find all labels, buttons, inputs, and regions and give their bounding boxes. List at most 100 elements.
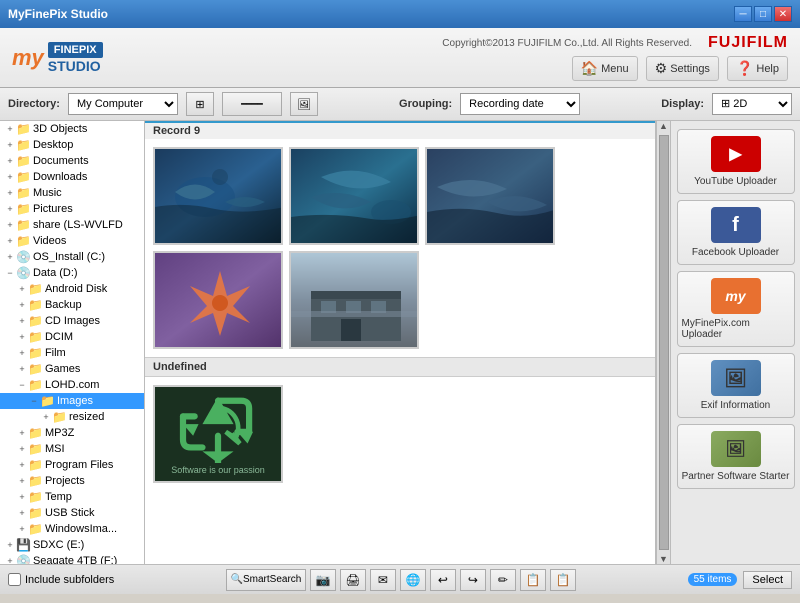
grouping-label: Grouping: bbox=[399, 98, 452, 110]
tree-item-android[interactable]: +📁Android Disk bbox=[0, 281, 144, 297]
exif-info-button[interactable]: 🖼 Exif Information bbox=[677, 353, 795, 418]
settings-label: Settings bbox=[670, 63, 710, 75]
tree-item-downloads[interactable]: +📁Downloads bbox=[0, 169, 144, 185]
include-subfolders-label[interactable]: Include subfolders bbox=[8, 573, 114, 586]
thumb-aquarium3[interactable] bbox=[425, 147, 555, 245]
tree-item-cd-images[interactable]: +📁CD Images bbox=[0, 313, 144, 329]
tree-item-images[interactable]: −📁Images bbox=[0, 393, 144, 409]
redo-tool-button[interactable]: ↪ bbox=[460, 569, 486, 591]
main-content: +📁3D Objects +📁Desktop +📁Documents +📁Dow… bbox=[0, 121, 800, 564]
thumb-starfish[interactable] bbox=[153, 251, 283, 349]
view-btn-2[interactable]: ━━━━ bbox=[222, 92, 282, 116]
tree-item-resized[interactable]: +📁resized bbox=[0, 409, 144, 425]
tree-item-os-install[interactable]: +💿OS_Install (C:) bbox=[0, 249, 144, 265]
menu-button[interactable]: 🏠 Menu bbox=[572, 56, 638, 81]
mail-tool-button[interactable]: ✉ bbox=[370, 569, 396, 591]
fujifilm-logo: FUJIFILM bbox=[708, 34, 788, 52]
item-count-badge: 55 items bbox=[688, 573, 738, 586]
facebook-uploader-button[interactable]: f Facebook Uploader bbox=[677, 200, 795, 265]
tree-item-share[interactable]: +📁share (LS-WVLFD bbox=[0, 217, 144, 233]
tree-item-projects[interactable]: +📁Projects bbox=[0, 473, 144, 489]
gear-icon: ⚙ bbox=[655, 60, 668, 77]
logo-my: my bbox=[12, 45, 44, 71]
app-header: my FINEPIX STUDIO Copyright©2013 FUJIFIL… bbox=[0, 28, 800, 88]
copy-tool-button[interactable]: 📋 bbox=[520, 569, 546, 591]
tree-item-film[interactable]: +📁Film bbox=[0, 345, 144, 361]
tree-item-mp3z[interactable]: +📁MP3Z bbox=[0, 425, 144, 441]
help-button[interactable]: ❓ Help bbox=[727, 56, 788, 81]
tree-item-sdxc-e[interactable]: +💾SDXC (E:) bbox=[0, 537, 144, 553]
partner-label: Partner Software Starter bbox=[682, 471, 790, 482]
edit-tool-button[interactable]: ✏ bbox=[490, 569, 516, 591]
exif-label: Exif Information bbox=[701, 400, 770, 411]
header-nav: 🏠 Menu ⚙ Settings ❓ Help bbox=[572, 56, 788, 81]
tree-item-data-d[interactable]: −💿Data (D:) bbox=[0, 265, 144, 281]
minimize-button[interactable]: ─ bbox=[734, 6, 752, 22]
tree-item-documents[interactable]: +📁Documents bbox=[0, 153, 144, 169]
maximize-button[interactable]: □ bbox=[754, 6, 772, 22]
display-select[interactable]: ⊞ 2D bbox=[712, 93, 792, 115]
facebook-icon: f bbox=[711, 207, 761, 243]
scroll-thumb[interactable] bbox=[659, 135, 669, 550]
undo-tool-button[interactable]: ↩ bbox=[430, 569, 456, 591]
scroll-down-icon[interactable]: ▼ bbox=[659, 554, 668, 564]
partner-icon: 🖼 bbox=[711, 431, 761, 467]
myfinepix-icon: my bbox=[711, 278, 761, 314]
partner-software-button[interactable]: 🖼 Partner Software Starter bbox=[677, 424, 795, 489]
tree-item-windowsima[interactable]: +📁WindowsIma... bbox=[0, 521, 144, 537]
paste-tool-button[interactable]: 📋 bbox=[550, 569, 576, 591]
tree-item-program-files[interactable]: +📁Program Files bbox=[0, 457, 144, 473]
directory-select[interactable]: My Computer bbox=[68, 93, 178, 115]
youtube-label: YouTube Uploader bbox=[694, 176, 777, 187]
tree-item-desktop[interactable]: +📁Desktop bbox=[0, 137, 144, 153]
view-btn-1[interactable]: ⊞ bbox=[186, 92, 214, 116]
gallery-grid-undefined: Software is our passion bbox=[145, 377, 655, 491]
menu-label: Menu bbox=[601, 63, 629, 75]
app-title: MyFinePix Studio bbox=[8, 7, 108, 21]
gallery-grid-record9 bbox=[145, 139, 655, 357]
thumb-aquarium2[interactable] bbox=[289, 147, 419, 245]
include-subfolders-text: Include subfolders bbox=[25, 574, 114, 586]
gallery-scrollbar[interactable]: ▲ ▼ bbox=[656, 121, 670, 564]
web-tool-button[interactable]: 🌐 bbox=[400, 569, 426, 591]
file-tree: +📁3D Objects +📁Desktop +📁Documents +📁Dow… bbox=[0, 121, 145, 564]
tree-item-backup[interactable]: +📁Backup bbox=[0, 297, 144, 313]
view-btn-3[interactable]: 🖼 bbox=[290, 92, 318, 116]
tree-item-music[interactable]: +📁Music bbox=[0, 185, 144, 201]
tree-item-usb-stick[interactable]: +📁USB Stick bbox=[0, 505, 144, 521]
tree-item-lohd[interactable]: −📁LOHD.com bbox=[0, 377, 144, 393]
camera-tool-button[interactable]: 📷 bbox=[310, 569, 336, 591]
tree-item-temp[interactable]: +📁Temp bbox=[0, 489, 144, 505]
settings-button[interactable]: ⚙ Settings bbox=[646, 56, 719, 81]
bottom-right: 55 items Select bbox=[688, 571, 792, 589]
tree-item-3dobjects[interactable]: +📁3D Objects bbox=[0, 121, 144, 137]
grouping-select[interactable]: Recording date bbox=[460, 93, 580, 115]
tree-item-videos[interactable]: +📁Videos bbox=[0, 233, 144, 249]
home-icon: 🏠 bbox=[581, 60, 598, 77]
tree-item-msi[interactable]: +📁MSI bbox=[0, 441, 144, 457]
right-panel: ▶ YouTube Uploader f Facebook Uploader m… bbox=[670, 121, 800, 564]
directory-label: Directory: bbox=[8, 98, 60, 110]
tree-item-dcim[interactable]: +📁DCIM bbox=[0, 329, 144, 345]
bottom-bar: Include subfolders 🔍 SmartSearch 📷 🖨 ✉ 🌐… bbox=[0, 564, 800, 594]
tree-item-games[interactable]: +📁Games bbox=[0, 361, 144, 377]
close-button[interactable]: ✕ bbox=[774, 6, 792, 22]
thumb-building[interactable] bbox=[289, 251, 419, 349]
tree-item-pictures[interactable]: +📁Pictures bbox=[0, 201, 144, 217]
print-tool-button[interactable]: 🖨 bbox=[340, 569, 366, 591]
bottom-tools: 🔍 SmartSearch 📷 🖨 ✉ 🌐 ↩ ↪ ✏ 📋 📋 bbox=[122, 569, 679, 591]
scroll-up-icon[interactable]: ▲ bbox=[659, 121, 668, 131]
display-label: Display: bbox=[661, 98, 704, 110]
thumb-aquarium1[interactable] bbox=[153, 147, 283, 245]
help-label: Help bbox=[756, 63, 779, 75]
myfinepix-uploader-button[interactable]: my MyFinePix.com Uploader bbox=[677, 271, 795, 347]
section-undefined-header: Undefined bbox=[145, 357, 655, 377]
facebook-label: Facebook Uploader bbox=[692, 247, 779, 258]
thumb-recycle[interactable]: Software is our passion bbox=[153, 385, 283, 483]
logo-finepix: FINEPIX bbox=[48, 42, 103, 58]
include-subfolders-checkbox[interactable] bbox=[8, 573, 21, 586]
youtube-uploader-button[interactable]: ▶ YouTube Uploader bbox=[677, 129, 795, 194]
select-all-button[interactable]: Select bbox=[743, 571, 792, 589]
smartsearch-button[interactable]: 🔍 SmartSearch bbox=[226, 569, 306, 591]
tree-item-seagate-f[interactable]: +💿Seagate 4TB (F:) bbox=[0, 553, 144, 564]
